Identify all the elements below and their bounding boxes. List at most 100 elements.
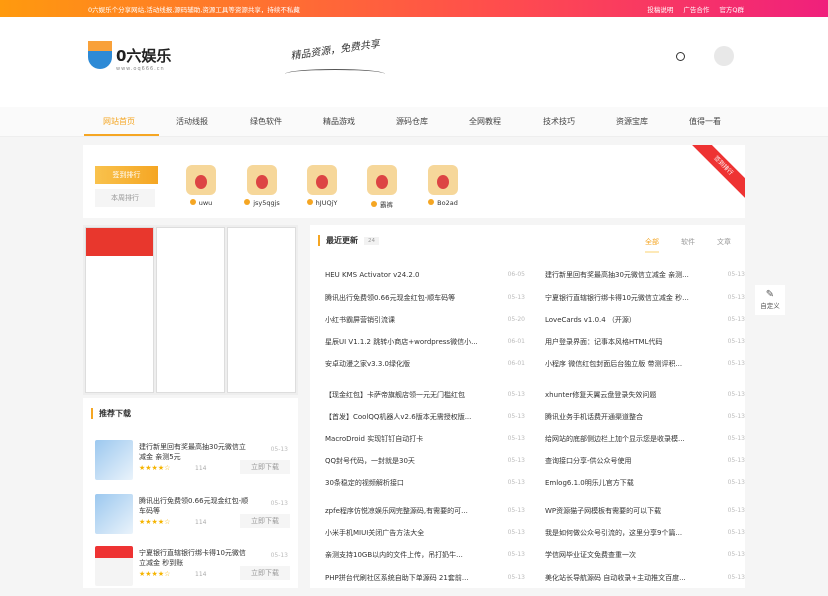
nav-software[interactable]: 绿色软件 (250, 116, 282, 127)
post-title[interactable]: QQ封号代码，一封就是30天 (325, 454, 485, 468)
post-item[interactable]: 宁夏银行直辖银行绑卡得10元微信立减金 秒... 05-13 (545, 291, 745, 305)
post-title[interactable]: 安卓动漫之家v3.3.0绿化版 (325, 357, 485, 371)
post-date: 05-13 (507, 507, 525, 514)
post-item[interactable]: LoveCards v1.0.4 （开源） 05-13 (545, 313, 745, 327)
logo-icon (88, 41, 112, 69)
post-title[interactable]: 宁夏银行直辖银行绑卡得10元微信立减金 秒... (545, 291, 705, 305)
download-button[interactable]: 立即下载 (240, 566, 290, 580)
post-title[interactable]: xhunter修复天翼云盘登录失效问题 (545, 388, 705, 402)
post-item[interactable]: HEU KMS Activator v24.2.0 06-05 (325, 268, 525, 282)
tab-articles[interactable]: 文章 (717, 237, 731, 253)
tab-all[interactable]: 全部 (645, 237, 659, 253)
item-thumbnail (95, 546, 133, 586)
post-title[interactable]: WP资源猫子网模板有需要的可以下载 (545, 504, 705, 518)
image-carousel[interactable] (83, 225, 298, 395)
nav-worth[interactable]: 值得一看 (689, 116, 721, 127)
post-title[interactable]: HEU KMS Activator v24.2.0 (325, 268, 485, 282)
post-item[interactable]: 给网站的底部侧边栏上加个显示您是收录模... 05-13 (545, 432, 745, 446)
download-button[interactable]: 立即下载 (240, 514, 290, 528)
post-item[interactable]: 小程序 微信红包封面后台独立版 带测评积... 05-13 (545, 357, 745, 371)
link-ad-cooperation[interactable]: 广告合作 (683, 4, 709, 14)
post-title[interactable]: 给网站的底部侧边栏上加个显示您是收录模... (545, 432, 705, 446)
customize-label: 自定义 (760, 302, 780, 310)
link-submit-guide[interactable]: 投稿说明 (647, 4, 673, 14)
post-title[interactable]: 30条稳定的视频解析接口 (325, 476, 485, 490)
post-title[interactable]: 小米手机MIUI关闭广告方法大全 (325, 526, 485, 540)
tab-checkin-rank[interactable]: 签到排行 (95, 166, 158, 184)
nav-home[interactable]: 网站首页 (103, 116, 135, 127)
user-avatar[interactable] (714, 46, 734, 66)
post-item[interactable]: PHP拼台代刷社区系统自助下单源码 21套前... 05-13 (325, 571, 525, 585)
post-title[interactable]: 美化站长导航源码 自动收录+主动推文百度... (545, 571, 705, 585)
rank-user[interactable]: 霸裤 (357, 165, 407, 209)
nav-tips[interactable]: 技术技巧 (543, 116, 575, 127)
item-title[interactable]: 建行新里回有奖最高抽30元微信立减金 亲测5元 (139, 442, 249, 462)
post-title[interactable]: zpfe程序仿悦凉娱乐网完整源码,有需要的可... (325, 504, 485, 518)
post-item[interactable]: 查询接口分享-供公众号使用 05-13 (545, 454, 745, 468)
top-notice-bar: 0六娱乐个分享网站,活动线报,源码辅助,资源工具等资源共享，持续不私藏 投稿说明… (0, 0, 828, 17)
download-item[interactable]: 宁夏银行直辖银行绑卡得10元微信立减金 秒到账 ★★★★☆ 114 05-13 … (95, 546, 290, 596)
post-item[interactable]: 用户登录界面：记事本风格HTML代码 05-13 (545, 335, 745, 349)
post-item[interactable]: 建行新里回有奖最高抽30元微信立减金 亲测... 05-13 (545, 268, 745, 282)
post-title[interactable]: 亲测支持10GB以内的文件上传，吊打奶牛... (325, 548, 485, 562)
post-title[interactable]: 用户登录界面：记事本风格HTML代码 (545, 335, 705, 349)
post-item[interactable]: MacroDroid 实现钉钉自动打卡 05-13 (325, 432, 525, 446)
post-title[interactable]: 【现金红包】卡萨帝旗舰店领一元无门槛红包 (325, 388, 485, 402)
post-item[interactable]: 学信网毕业证文免费查重一次 05-13 (545, 548, 745, 562)
post-item[interactable]: zpfe程序仿悦凉娱乐网完整源码,有需要的可... 05-13 (325, 504, 525, 518)
nav-resources[interactable]: 资源宝库 (616, 116, 648, 127)
post-item[interactable]: xhunter修复天翼云盘登录失效问题 05-13 (545, 388, 745, 402)
post-item[interactable]: 【首发】CoolQQ机器人v2.6版本无需授权版... 05-13 (325, 410, 525, 424)
post-item[interactable]: 腾讯出行免费领0.66元现金红包-顺车码等 05-13 (325, 291, 525, 305)
post-title[interactable]: LoveCards v1.0.4 （开源） (545, 313, 705, 327)
download-item[interactable]: 建行新里回有奖最高抽30元微信立减金 亲测5元 ★★★★☆ 114 05-13 … (95, 440, 290, 490)
post-title[interactable]: 我是如何做公众号引流的，这里分享9个篇... (545, 526, 705, 540)
header: 0六娱乐 www.oq666.cn 精品资源，免费共享 (0, 17, 828, 107)
post-title[interactable]: 学信网毕业证文免费查重一次 (545, 548, 705, 562)
rank-user[interactable]: uwu (176, 165, 226, 207)
post-item[interactable]: QQ封号代码，一封就是30天 05-13 (325, 454, 525, 468)
post-title[interactable]: PHP拼台代刷社区系统自助下单源码 21套前... (325, 571, 485, 585)
nav-tutorials[interactable]: 全网教程 (469, 116, 501, 127)
download-item[interactable]: 腾讯出行免费领0.66元现金红包-顺车码等 ★★★★☆ 114 05-13 立即… (95, 494, 290, 544)
post-title[interactable]: 腾讯出行免费领0.66元现金红包-顺车码等 (325, 291, 485, 305)
search-icon[interactable] (676, 52, 685, 61)
post-title[interactable]: 查询接口分享-供公众号使用 (545, 454, 705, 468)
post-item[interactable]: 小米手机MIUI关闭广告方法大全 05-13 (325, 526, 525, 540)
tab-weekly-rank[interactable]: 本周排行 (95, 189, 155, 207)
post-title[interactable]: 【首发】CoolQQ机器人v2.6版本无需授权版... (325, 410, 485, 424)
post-item[interactable]: 美化站长导航源码 自动收录+主动推文百度... 05-13 (545, 571, 745, 585)
customize-button[interactable]: ✎ 自定义 (755, 285, 785, 315)
nav-source[interactable]: 源码仓库 (396, 116, 428, 127)
item-title[interactable]: 腾讯出行免费领0.66元现金红包-顺车码等 (139, 496, 249, 516)
post-item[interactable]: 腾讯业务手机话费开通渠道整合 05-13 (545, 410, 745, 424)
post-title[interactable]: 星辰UI V1.1.2 跳转小商店+wordpress微信小... (325, 335, 485, 349)
nav-activity[interactable]: 活动线报 (176, 116, 208, 127)
post-title[interactable]: 腾讯业务手机话费开通渠道整合 (545, 410, 705, 424)
site-logo[interactable]: 0六娱乐 www.oq666.cn (88, 41, 171, 72)
post-item[interactable]: Emlog6.1.0明乐儿官方下载 05-13 (545, 476, 745, 490)
post-item[interactable]: 安卓动漫之家v3.3.0绿化版 06-01 (325, 357, 525, 371)
post-title[interactable]: Emlog6.1.0明乐儿官方下载 (545, 476, 705, 490)
user-avatar (367, 165, 397, 195)
post-title[interactable]: 建行新里回有奖最高抽30元微信立减金 亲测... (545, 268, 705, 282)
item-title[interactable]: 宁夏银行直辖银行绑卡得10元微信立减金 秒到账 (139, 548, 249, 568)
post-title[interactable]: 小红书霸屏营销引流课 (325, 313, 485, 327)
tab-software[interactable]: 软件 (681, 237, 695, 253)
post-item[interactable]: 【现金红包】卡萨帝旗舰店领一元无门槛红包 05-13 (325, 388, 525, 402)
download-button[interactable]: 立即下载 (240, 460, 290, 474)
post-date: 05-13 (727, 391, 745, 398)
post-title[interactable]: 小程序 微信红包封面后台独立版 带测评积... (545, 357, 705, 371)
rank-user[interactable]: Bo2ad (418, 165, 468, 207)
post-item[interactable]: 小红书霸屏营销引流课 05-20 (325, 313, 525, 327)
post-item[interactable]: 星辰UI V1.1.2 跳转小商店+wordpress微信小... 06-01 (325, 335, 525, 349)
rank-user[interactable]: jsy5qgjs (237, 165, 287, 207)
link-qq-group[interactable]: 官方Q群 (719, 4, 744, 14)
rank-user[interactable]: hJUQjY (297, 165, 347, 207)
post-item[interactable]: 我是如何做公众号引流的，这里分享9个篇... 05-13 (545, 526, 745, 540)
post-item[interactable]: 30条稳定的视频解析接口 05-13 (325, 476, 525, 490)
post-item[interactable]: WP资源猫子网模板有需要的可以下载 05-13 (545, 504, 745, 518)
nav-games[interactable]: 精品游戏 (323, 116, 355, 127)
post-item[interactable]: 亲测支持10GB以内的文件上传，吊打奶牛... 05-13 (325, 548, 525, 562)
post-title[interactable]: MacroDroid 实现钉钉自动打卡 (325, 432, 485, 446)
